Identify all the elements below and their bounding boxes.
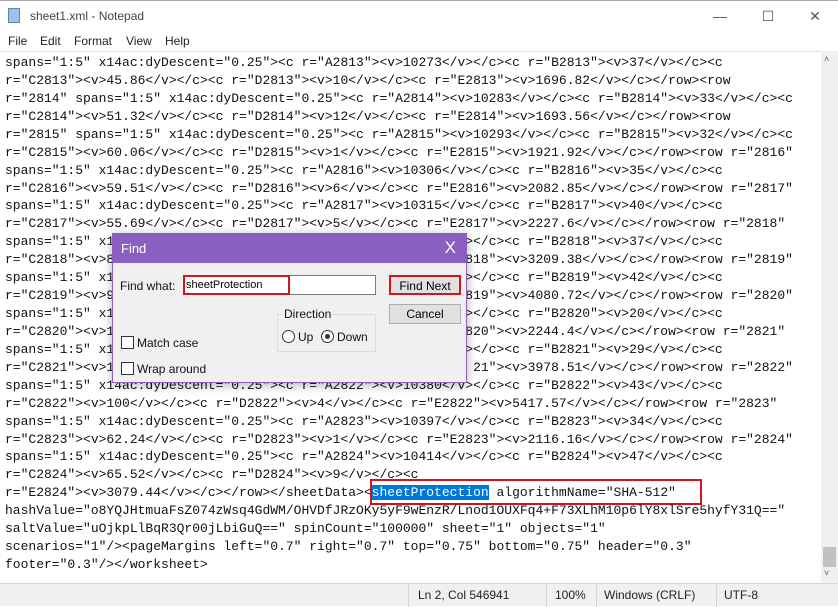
scroll-down-icon[interactable]: ˅ — [824, 568, 829, 578]
editor-line: scenarios="1"/><pageMargins left="0.7" r… — [5, 539, 692, 555]
find-next-button[interactable]: Find Next — [389, 275, 461, 295]
annotation-box-input — [183, 275, 290, 295]
editor-line: r="C2813"><v>45.86</v></c><c r="D2813"><… — [5, 72, 731, 88]
annotation-box-match — [370, 479, 702, 505]
close-button[interactable]: ✕ — [800, 5, 830, 27]
wrap-around-checkbox[interactable] — [121, 362, 134, 375]
editor-line: spans="1:5" x14ac:dyDescent="0.25"><c r=… — [5, 413, 723, 429]
match-line-before: r="E2824"><v>3079.44</v></c></row></shee… — [5, 485, 372, 501]
find-dialog-title: Find — [121, 241, 147, 256]
editor-line: r="C2824"><v>65.52</v></c><c r="D2824"><… — [5, 467, 419, 483]
menu-file[interactable]: File — [8, 34, 27, 48]
editor-line: r="2815" spans="1:5" x14ac:dyDescent="0.… — [5, 126, 793, 142]
editor-line: spans="1:5" x14ac:dyDescent="0.25"><c r=… — [5, 449, 723, 465]
line-ending: Windows (CRLF) — [604, 588, 696, 602]
editor-line: saltValue="uOjkpLlBqR3Qr00jLbiGuQ==" spi… — [5, 521, 606, 537]
match-case-label: Match case — [137, 336, 199, 350]
status-bar: Ln 2, Col 546941 100% Windows (CRLF) UTF… — [0, 583, 838, 607]
find-dialog-title-bar[interactable]: Find X — [113, 234, 466, 263]
vertical-scrollbar[interactable]: ˄ ˅ — [821, 51, 838, 583]
minimize-button[interactable]: — — [705, 5, 735, 27]
wrap-around-label: Wrap around — [137, 362, 207, 376]
maximize-button[interactable]: ☐ — [753, 5, 783, 27]
editor-line: r="C2817"><v>55.69</v></c><c r="D2817"><… — [5, 216, 786, 232]
editor-line: r="2814" spans="1:5" x14ac:dyDescent="0.… — [5, 90, 793, 106]
encoding: UTF-8 — [724, 588, 758, 602]
editor-line: spans="1:5" x14ac:dyDescent="0.25"><c r=… — [5, 198, 723, 214]
editor-line: r="C2815"><v>60.06</v></c><c r="D2815"><… — [5, 144, 793, 160]
window-title: sheet1.xml - Notepad — [30, 9, 145, 23]
direction-up-label: Up — [298, 330, 314, 344]
editor-line: r="C2823"><v>62.24</v></c><c r="D2823"><… — [5, 431, 793, 447]
notepad-icon — [8, 8, 20, 23]
direction-down-label: Down — [337, 330, 368, 344]
title-bar: sheet1.xml - Notepad — ☐ ✕ — [0, 0, 838, 31]
cursor-position: Ln 2, Col 546941 — [418, 588, 510, 602]
find-dialog-close-icon[interactable]: X — [445, 238, 456, 258]
zoom-level: 100% — [555, 588, 586, 602]
editor-line: spans="1:5" x14ac:dyDescent="0.25"><c r=… — [5, 55, 723, 70]
direction-label: Direction — [283, 307, 333, 321]
menu-bar: File Edit Format View Help — [0, 31, 838, 51]
menu-help[interactable]: Help — [165, 34, 190, 48]
editor-line: footer="0.3"/></worksheet> — [5, 557, 208, 573]
menu-format[interactable]: Format — [74, 34, 112, 48]
direction-up-radio[interactable] — [282, 330, 295, 343]
match-case-checkbox[interactable] — [121, 336, 134, 349]
editor-line: r="C2816"><v>59.51</v></c><c r="D2816"><… — [5, 180, 793, 196]
find-dialog: Find X Find what: sheetProtection Find N… — [112, 233, 467, 383]
menu-edit[interactable]: Edit — [40, 34, 61, 48]
editor-line: hashValue="o8YQJHtmuaFsZ074zWsq4GdWM/OHV… — [5, 503, 786, 519]
find-what-label: Find what: — [120, 279, 176, 293]
menu-view[interactable]: View — [126, 34, 152, 48]
cancel-button[interactable]: Cancel — [389, 304, 461, 324]
editor-line: r="C2814"><v>51.32</v></c><c r="D2814"><… — [5, 108, 731, 124]
direction-down-radio[interactable] — [321, 330, 334, 343]
scrollbar-thumb[interactable] — [823, 547, 836, 567]
scroll-up-icon[interactable]: ˄ — [824, 54, 829, 64]
editor-line: spans="1:5" x14ac:dyDescent="0.25"><c r=… — [5, 162, 723, 178]
editor-line: r="C2822"><v>100</v></c><c r="D2822"><v>… — [5, 395, 778, 411]
